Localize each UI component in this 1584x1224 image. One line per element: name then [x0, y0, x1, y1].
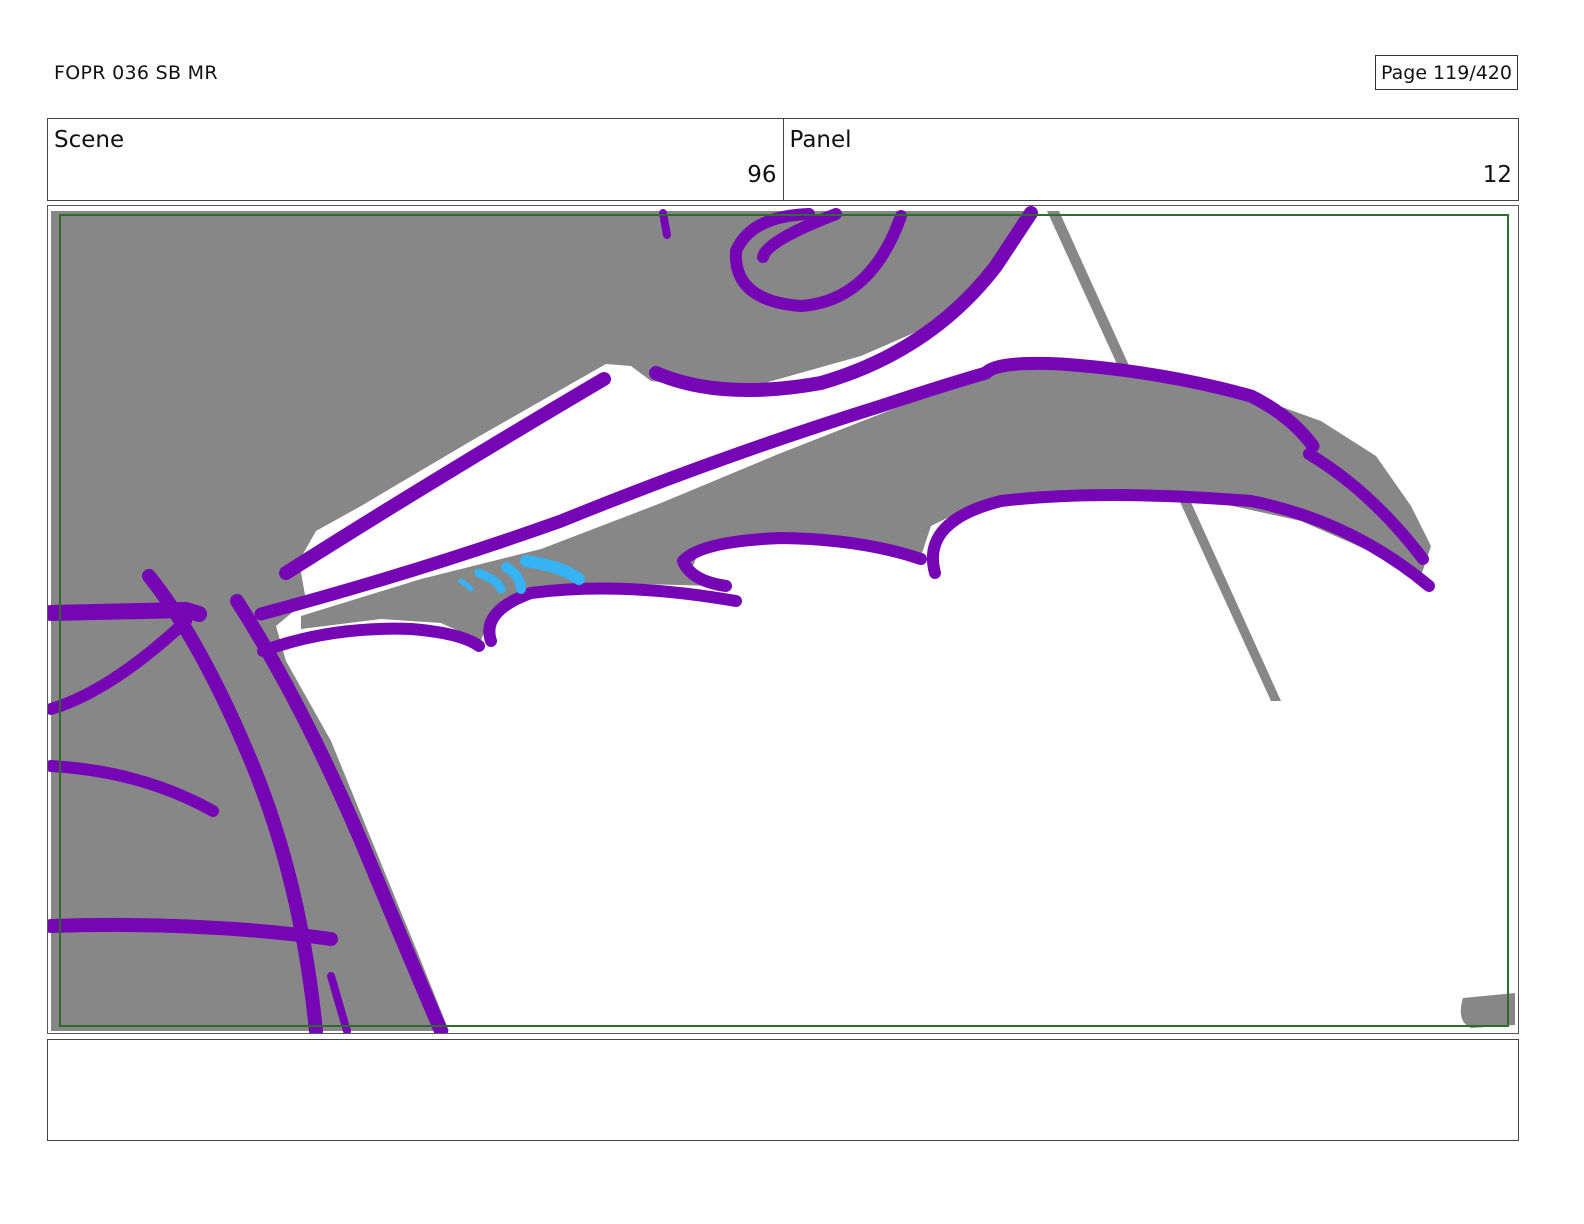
document-title: FOPR 036 SB MR — [54, 62, 218, 84]
panel-label: Panel — [789, 127, 852, 153]
panel-cell: Panel 12 — [782, 119, 1519, 200]
scene-cell: Scene 96 — [48, 119, 783, 200]
scene-value: 96 — [747, 162, 777, 188]
storyboard-sketch-icon — [48, 206, 1515, 1033]
notes-box — [47, 1039, 1519, 1141]
scene-label: Scene — [54, 127, 125, 153]
scene-panel-info-row: Scene 96 Panel 12 — [47, 118, 1519, 201]
panel-value: 12 — [1482, 162, 1512, 188]
page-number-box: Page 119/420 — [1375, 55, 1518, 90]
storyboard-panel-frame — [47, 205, 1519, 1034]
gray-fill-shapes — [51, 211, 1515, 1031]
